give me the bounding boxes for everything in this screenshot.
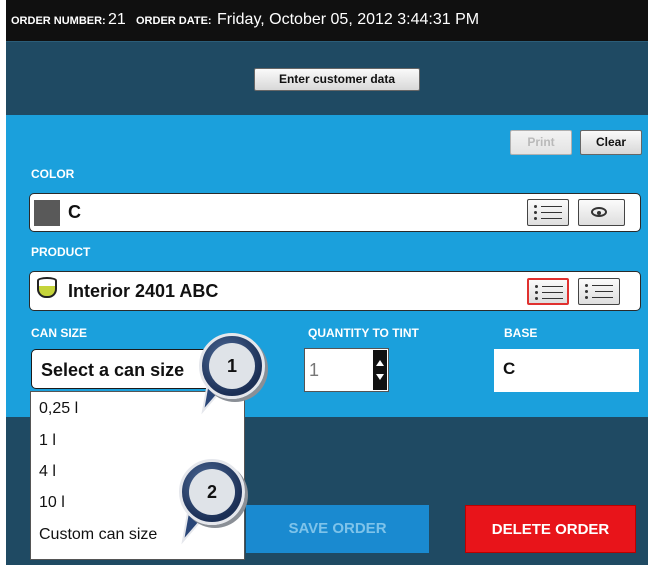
quantity-value: 1	[309, 360, 320, 380]
can-size-label: CAN SIZE	[31, 326, 88, 340]
detail-list-icon	[585, 283, 613, 301]
base-label: BASE	[504, 326, 538, 340]
eye-icon	[591, 207, 607, 217]
can-size-option[interactable]: 0,25 l	[39, 400, 78, 418]
color-list-button[interactable]	[527, 199, 569, 226]
quantity-spinner[interactable]	[373, 350, 387, 390]
callout-1-badge: 1	[199, 333, 265, 399]
color-swatch	[34, 200, 60, 226]
order-number-label: ORDER NUMBER:	[11, 15, 106, 27]
product-section-label: PRODUCT	[31, 245, 91, 259]
base-field: C	[494, 349, 639, 392]
color-preview-button[interactable]	[578, 199, 625, 226]
color-value: C	[68, 202, 81, 222]
save-order-button[interactable]: SAVE ORDER	[246, 505, 429, 553]
enter-customer-data-button[interactable]: Enter customer data	[254, 68, 420, 91]
product-value: Interior 2401 ABC	[68, 281, 219, 301]
paint-can-icon	[36, 277, 58, 301]
can-size-option-custom[interactable]: Custom can size	[39, 526, 157, 544]
base-value: C	[503, 359, 516, 378]
color-field[interactable]: C	[29, 193, 641, 232]
spin-up-icon[interactable]	[376, 360, 384, 366]
callout-1-number: 1	[209, 343, 255, 389]
list-icon	[535, 284, 563, 302]
quantity-label: QUANTITY TO TINT	[308, 326, 419, 340]
callout-2-badge: 2	[179, 459, 245, 525]
can-size-option[interactable]: 4 l	[39, 463, 56, 481]
order-number: 21	[108, 11, 126, 28]
product-list-button[interactable]	[527, 278, 569, 305]
can-size-option[interactable]: 1 l	[39, 432, 56, 450]
order-date-label: ORDER DATE:	[136, 15, 212, 27]
customer-band: Enter customer data	[6, 41, 648, 116]
product-field[interactable]: Interior 2401 ABC	[29, 271, 641, 311]
delete-order-button[interactable]: DELETE ORDER	[465, 505, 636, 553]
can-size-selected: Select a can size	[41, 360, 185, 380]
spin-down-icon[interactable]	[376, 374, 384, 380]
clear-button[interactable]: Clear	[580, 130, 642, 155]
color-section-label: COLOR	[31, 167, 75, 181]
order-app: ORDER NUMBER: 21 ORDER DATE: Friday, Oct…	[0, 0, 648, 565]
list-icon	[534, 204, 562, 222]
print-button[interactable]: Print	[510, 130, 572, 155]
product-detail-list-button[interactable]	[578, 278, 620, 305]
order-date: Friday, October 05, 2012 3:44:31 PM	[217, 11, 480, 28]
callout-2-number: 2	[189, 469, 235, 515]
quantity-stepper[interactable]: 1	[304, 348, 389, 392]
can-size-option[interactable]: 10 l	[39, 494, 65, 512]
order-header: ORDER NUMBER: 21 ORDER DATE: Friday, Oct…	[6, 0, 648, 41]
